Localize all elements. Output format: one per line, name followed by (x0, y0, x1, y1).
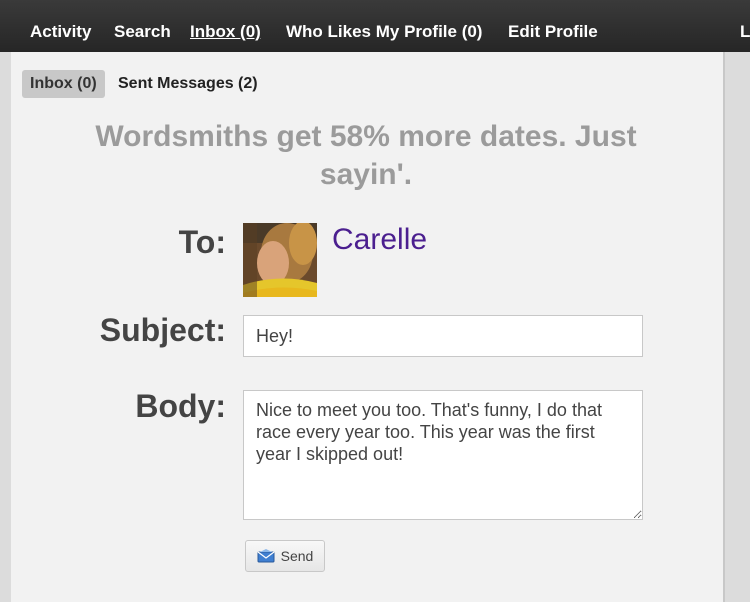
recipient-avatar[interactable] (243, 223, 317, 297)
top-nav: Activity Search Inbox (0) Who Likes My P… (0, 0, 750, 52)
nav-overflow-item[interactable]: L (740, 22, 750, 42)
nav-search[interactable]: Search (114, 22, 171, 42)
avatar-photo (243, 223, 317, 297)
to-label: To: (178, 224, 226, 260)
right-side-panel (723, 52, 750, 602)
send-label: Send (280, 548, 314, 564)
nav-inbox[interactable]: Inbox (0) (190, 22, 261, 42)
send-button[interactable]: Send (245, 540, 325, 572)
nav-who-likes-my-profile[interactable]: Who Likes My Profile (0) (286, 22, 482, 42)
nav-edit-profile[interactable]: Edit Profile (508, 22, 598, 42)
nav-activity[interactable]: Activity (30, 22, 91, 42)
tab-inbox[interactable]: Inbox (0) (22, 70, 105, 98)
envelope-icon (257, 549, 275, 563)
subject-input[interactable] (243, 315, 643, 357)
recipient-name-link[interactable]: Carelle (332, 223, 427, 257)
tab-sent-messages[interactable]: Sent Messages (2) (118, 70, 258, 98)
body-textarea[interactable]: Nice to meet you too. That's funny, I do… (243, 390, 643, 520)
subject-label: Subject: (99, 312, 226, 348)
body-label: Body: (135, 388, 226, 424)
page-headline: Wordsmiths get 58% more dates. Just sayi… (95, 120, 637, 191)
message-compose-panel: Inbox (0) Sent Messages (2) Wordsmiths g… (11, 52, 723, 602)
